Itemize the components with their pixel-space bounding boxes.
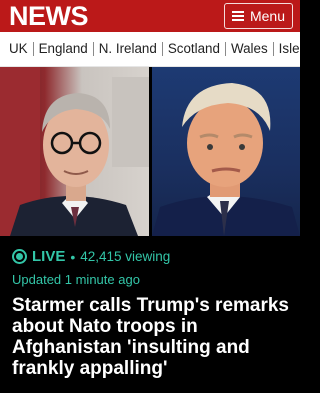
brand-logo[interactable]: NEWS <box>9 0 89 32</box>
trump-photo[interactable] <box>152 67 300 236</box>
starmer-photo[interactable] <box>0 67 149 236</box>
headline-link[interactable]: Starmer calls Trump's remarks about Nato… <box>12 295 294 379</box>
menu-button[interactable]: Menu <box>223 3 293 29</box>
nav-item-n-ireland[interactable]: N. Ireland <box>92 42 162 56</box>
bullet-separator: • <box>70 248 76 265</box>
nav-item-scotland[interactable]: Scotland <box>161 42 225 56</box>
hamburger-icon <box>231 11 244 21</box>
starmer-portrait <box>0 67 149 236</box>
headline-images[interactable] <box>0 67 300 236</box>
top-header: NEWS Menu <box>0 0 300 32</box>
region-nav: UK England N. Ireland Scotland Wales Isl… <box>0 32 300 67</box>
viewer-count: 42,415 viewing <box>80 249 171 264</box>
nav-item-isle[interactable]: Isle <box>272 42 300 56</box>
updated-timestamp: Updated 1 minute ago <box>12 272 140 287</box>
live-label: LIVE <box>32 248 66 265</box>
nav-item-england[interactable]: England <box>32 42 93 56</box>
live-icon <box>12 249 27 264</box>
menu-label: Menu <box>249 8 285 24</box>
nav-item-wales[interactable]: Wales <box>224 42 273 56</box>
nav-item-uk[interactable]: UK <box>9 42 33 56</box>
live-indicator[interactable]: LIVE • 42,415 viewing <box>12 248 170 265</box>
trump-portrait <box>152 83 300 236</box>
